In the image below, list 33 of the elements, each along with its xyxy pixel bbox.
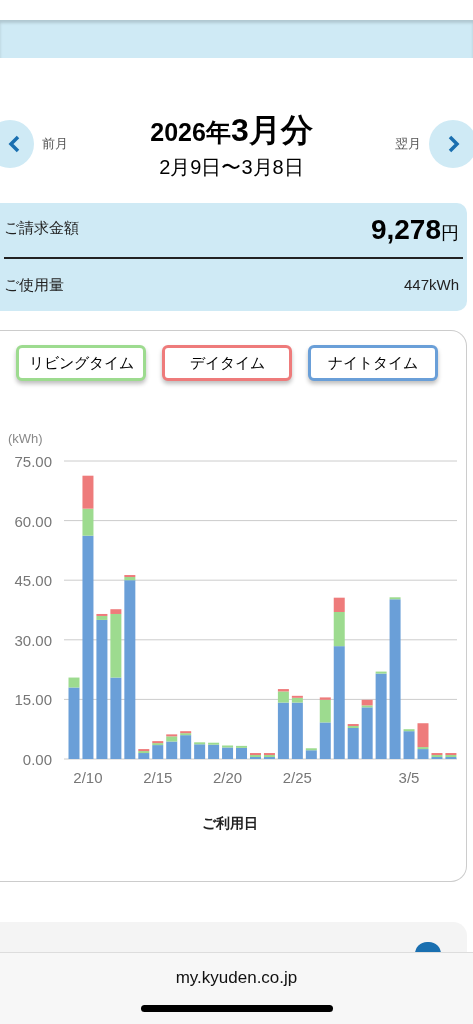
x-axis-title: ご利用日 <box>201 813 259 833</box>
x-axis-label: 2/10 <box>73 768 103 786</box>
previous-month-label: 前月 <box>42 135 68 154</box>
previous-month-button[interactable] <box>0 120 34 168</box>
usage-value: 447kWh <box>403 274 459 295</box>
year-label: 2026年 <box>150 117 231 148</box>
y-axis-label: 15.00 <box>14 690 52 708</box>
y-axis-label: 45.00 <box>14 571 52 589</box>
bar-segment <box>82 475 94 509</box>
legend-toggle[interactable]: リビングタイム <box>16 345 146 381</box>
next-month-label: 翌月 <box>395 135 421 154</box>
amount-value: 9,278 <box>370 213 441 247</box>
legend-toggle[interactable]: ナイトタイム <box>308 345 438 381</box>
y-axis-label: 75.00 <box>14 452 52 470</box>
legend-toggle[interactable]: デイタイム <box>162 345 292 381</box>
chevron-left-icon <box>8 135 22 153</box>
amount-unit: 円 <box>441 222 459 245</box>
y-axis-label: 0.00 <box>22 750 52 768</box>
date-range: 2月9日〜3月8日 <box>159 155 304 180</box>
x-axis-label: 2/25 <box>282 768 312 786</box>
usage-label: ご使用量 <box>4 274 64 295</box>
home-indicator[interactable] <box>140 1004 333 1012</box>
x-axis-label: 2/20 <box>212 768 243 786</box>
next-month-button[interactable] <box>429 120 473 168</box>
x-axis-label: 3/5 <box>398 768 420 786</box>
y-axis-unit: (kWh) <box>7 430 44 448</box>
month-label: 3月分 <box>230 111 313 150</box>
chevron-right-icon <box>446 135 460 153</box>
url-text[interactable]: my.kyuden.co.jp <box>175 965 298 991</box>
x-axis-label: 2/15 <box>143 768 173 786</box>
y-axis-label: 30.00 <box>14 631 52 649</box>
amount-label: ご請求金額 <box>4 218 79 238</box>
y-axis-label: 60.00 <box>14 512 52 530</box>
